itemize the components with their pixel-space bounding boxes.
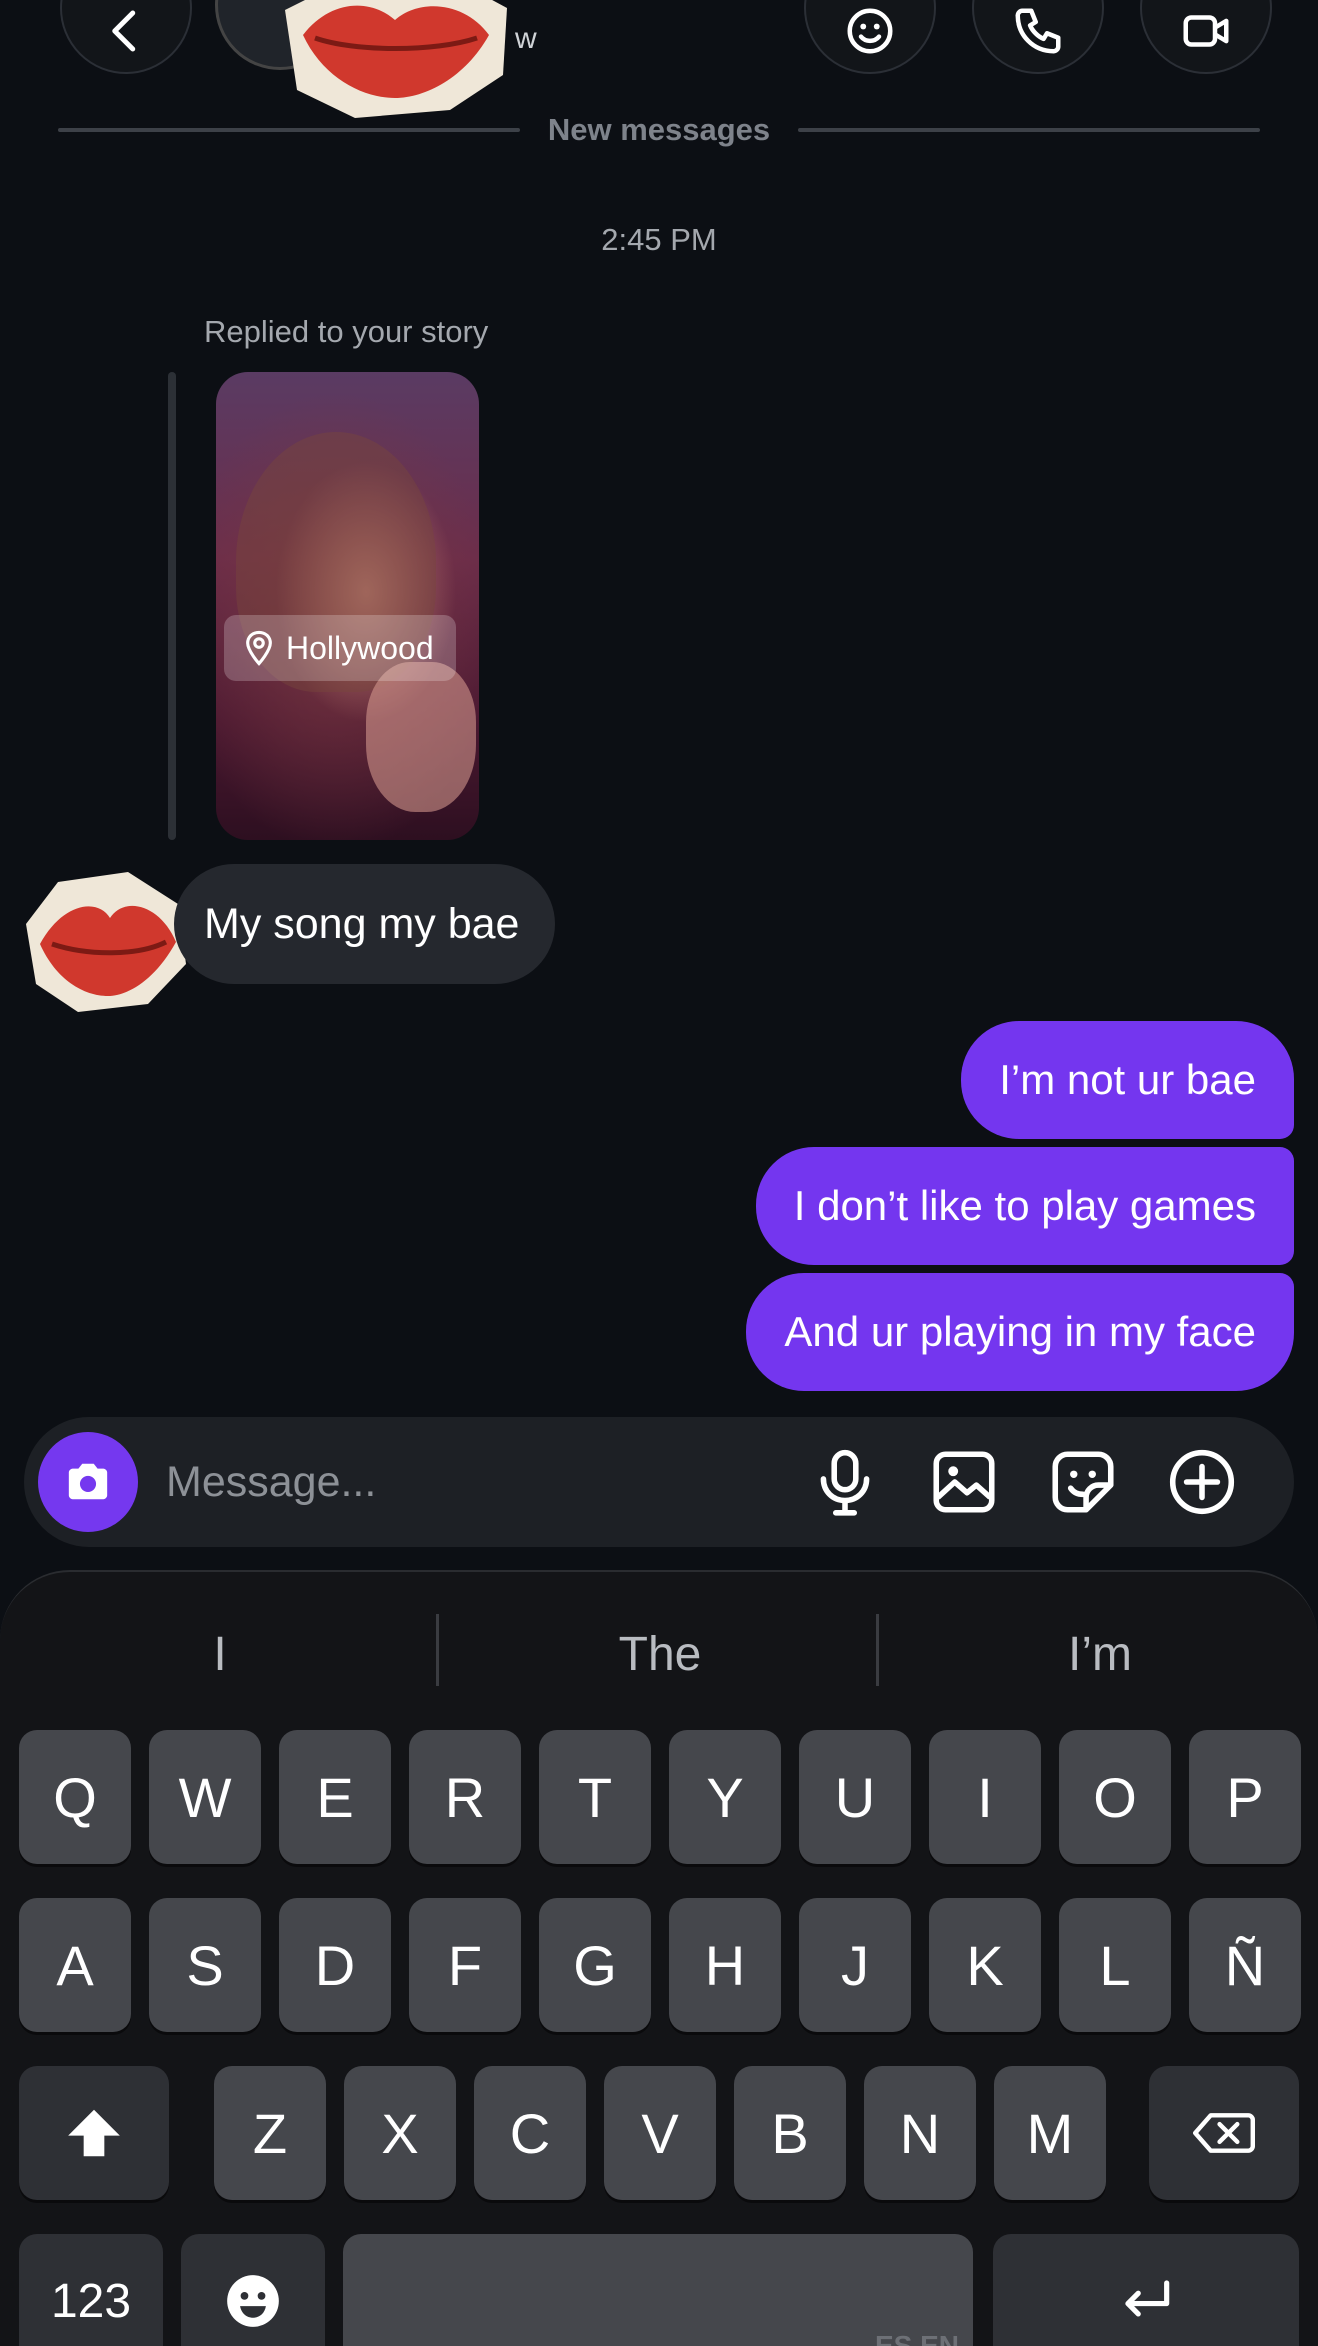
message-timestamp: 2:45 PM [601,222,717,257]
effects-icon [847,8,893,54]
backspace-icon [1193,2113,1255,2153]
suggestion-divider [436,1614,439,1686]
keyboard-language-label: ES EN [874,2330,959,2346]
key[interactable]: D [279,1898,391,2032]
video-call-button[interactable] [1140,0,1272,74]
sticker-button[interactable] [1040,1439,1126,1525]
key[interactable]: N [864,2066,976,2200]
camera-icon [68,1463,108,1500]
outgoing-message[interactable]: I don’t like to play games [755,1147,1294,1265]
video-icon [1183,15,1229,47]
shift-arrow-icon [68,2109,120,2157]
key[interactable]: Z [214,2066,326,2200]
key[interactable]: O [1059,1730,1171,1864]
numbers-key[interactable]: 123 [19,2234,163,2346]
more-options-button[interactable] [1159,1439,1245,1525]
key[interactable]: T [539,1730,651,1864]
reply-indicator-bar [168,372,176,840]
key[interactable]: Ñ [1189,1898,1301,2032]
contact-avatar[interactable] [18,864,188,1014]
key[interactable]: A [19,1898,131,2032]
suggestion-1[interactable]: I [0,1614,440,1694]
key[interactable]: P [1189,1730,1301,1864]
on-screen-keyboard: I The I’m Q W E R T Y U I O P A S D F G … [0,1570,1318,2346]
suggestion-2[interactable]: The [440,1614,880,1694]
suggestion-3[interactable]: I’m [880,1614,1318,1694]
emoji-key[interactable] [181,2234,325,2346]
key[interactable]: J [799,1898,911,2032]
backspace-key[interactable] [1149,2066,1299,2200]
key[interactable]: V [604,2066,716,2200]
contact-name[interactable]: w [515,22,537,56]
key[interactable]: L [1059,1898,1171,2032]
key[interactable]: W [149,1730,261,1864]
key[interactable]: Q [19,1730,131,1864]
call-button[interactable] [972,0,1104,74]
story-thumbnail[interactable]: Hollywood [216,372,479,840]
sticker-icon [1052,1451,1114,1513]
key[interactable]: C [474,2066,586,2200]
message-composer [24,1417,1294,1547]
new-messages-label: New messages [547,112,771,147]
incoming-message[interactable]: My song my bae [174,864,556,984]
shift-key[interactable] [19,2066,169,2200]
key[interactable]: I [929,1730,1041,1864]
return-icon [1125,2280,1170,2317]
divider-line [798,128,1260,132]
voice-message-button[interactable] [802,1439,888,1525]
chat-header: w [0,0,1318,118]
story-image-detail [366,662,476,812]
location-label: Hollywood [286,629,434,666]
key[interactable]: F [409,1898,521,2032]
key[interactable]: Y [669,1730,781,1864]
key[interactable]: S [149,1898,261,2032]
new-messages-divider: New messages [58,108,1260,152]
back-button[interactable] [60,0,192,74]
suggestion-divider [876,1614,879,1686]
phone-icon [1015,8,1061,54]
key[interactable]: K [929,1898,1041,2032]
key[interactable]: E [279,1730,391,1864]
key[interactable]: X [344,2066,456,2200]
gallery-icon [933,1451,995,1513]
outgoing-message[interactable]: I’m not ur bae [961,1021,1294,1139]
gallery-button[interactable] [921,1439,1007,1525]
story-reply-label: Replied to your story [204,314,489,349]
outgoing-message[interactable]: And ur playing in my face [746,1273,1294,1391]
divider-line [58,128,520,132]
emoji-icon [227,2275,279,2327]
camera-button[interactable] [38,1432,138,1532]
microphone-icon [820,1449,870,1516]
effects-button[interactable] [804,0,936,74]
lips-sticker-icon [285,0,507,118]
location-pin-icon [246,630,272,666]
plus-circle-icon [1169,1449,1235,1515]
message-input[interactable] [166,1447,666,1517]
key[interactable]: G [539,1898,651,2032]
key[interactable]: M [994,2066,1106,2200]
location-sticker: Hollywood [224,615,456,681]
space-key[interactable]: ES EN [343,2234,973,2346]
chevron-left-icon [112,10,136,52]
key[interactable]: H [669,1898,781,2032]
key[interactable]: R [409,1730,521,1864]
return-key[interactable] [993,2234,1299,2346]
key[interactable]: B [734,2066,846,2200]
key[interactable]: U [799,1730,911,1864]
